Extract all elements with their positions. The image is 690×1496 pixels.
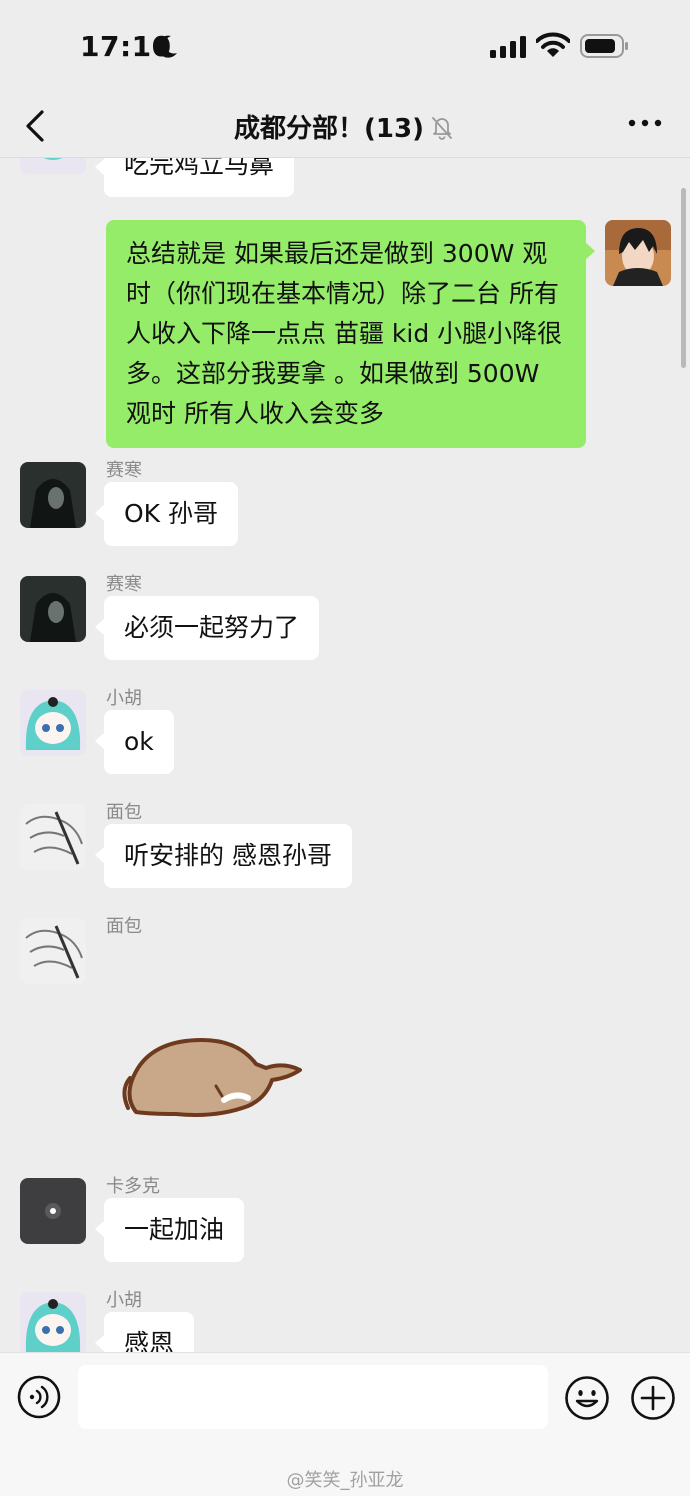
avatar-kaduoke[interactable]	[20, 1178, 86, 1244]
avatar-self[interactable]	[605, 220, 671, 286]
message-bubble-self[interactable]: 总结就是 如果最后还是做到 300W 观时（你们现在基本情况）除了二台 所有人收…	[106, 220, 595, 448]
message-text: 吃完鸡立马鼻	[124, 158, 275, 179]
message-input[interactable]	[78, 1365, 548, 1429]
sender-name: 小胡	[106, 1290, 142, 1311]
avatar-mianbao[interactable]	[20, 918, 86, 984]
watermark: @笑笑_孙亚龙	[286, 1470, 404, 1491]
plus-icon[interactable]	[630, 1375, 676, 1421]
chat-header: 成都分部！(13)	[0, 96, 690, 158]
avatar-xiaohu[interactable]	[20, 1292, 86, 1352]
sender-name: 面包	[106, 802, 142, 823]
moon-icon	[157, 35, 177, 58]
message-text: OK 孙哥	[124, 499, 219, 528]
avatar-xiaohu[interactable]	[20, 690, 86, 756]
avatar-saihan[interactable]	[20, 462, 86, 528]
message-bubble[interactable]: 一起加油	[94, 1198, 245, 1262]
message-bubble[interactable]: OK 孙哥	[94, 482, 239, 546]
message-bubble[interactable]: 听安排的 感恩孙哥	[95, 824, 352, 888]
battery-icon	[580, 34, 628, 58]
message-text: ok	[124, 727, 154, 756]
status-bar: 17:10	[0, 0, 690, 96]
sender-name: 面包	[106, 916, 142, 937]
emoji-icon[interactable]	[564, 1375, 610, 1421]
chat-title: 成都分部！(13)	[234, 114, 424, 144]
message-text: 总结就是 如果最后还是做到 300W 观时（你们现在基本情况）除了二台 所有人收…	[126, 239, 563, 428]
scrollbar-thumb[interactable]	[681, 188, 686, 368]
mute-bell-icon	[432, 116, 452, 140]
wifi-icon	[536, 32, 570, 57]
message-text: 必须一起努力了	[124, 613, 300, 642]
sender-name: 赛寒	[106, 460, 142, 481]
message-text: 一起加油	[124, 1215, 225, 1244]
sender-name: 卡多克	[106, 1176, 160, 1197]
message-bubble[interactable]: 必须一起努力了	[94, 596, 320, 660]
message-bubble-partial[interactable]: 吃完鸡立马鼻	[94, 158, 295, 197]
avatar-mianbao[interactable]	[20, 804, 86, 870]
sender-name: 赛寒	[106, 574, 142, 595]
avatar-xiaohu[interactable]	[20, 158, 86, 174]
voice-input-icon[interactable]	[17, 1375, 61, 1419]
signal-icon	[490, 36, 526, 58]
message-bubble[interactable]: ok	[95, 710, 174, 774]
chat-message-list[interactable]: 吃完鸡立马鼻 总结就是 如果最后还是做到 300W 观时（你们现在基本情况）除了…	[0, 158, 690, 1352]
message-bubble[interactable]: 感恩	[94, 1312, 195, 1352]
sticker-image[interactable]	[116, 1034, 306, 1118]
chat-title-bar: 成都分部！(13)	[0, 108, 690, 145]
sender-name: 小胡	[106, 688, 142, 709]
message-text: 感恩	[124, 1329, 175, 1352]
message-text: 听安排的 感恩孙哥	[124, 841, 332, 870]
more-options-icon[interactable]	[628, 118, 662, 128]
avatar-saihan[interactable]	[20, 576, 86, 642]
